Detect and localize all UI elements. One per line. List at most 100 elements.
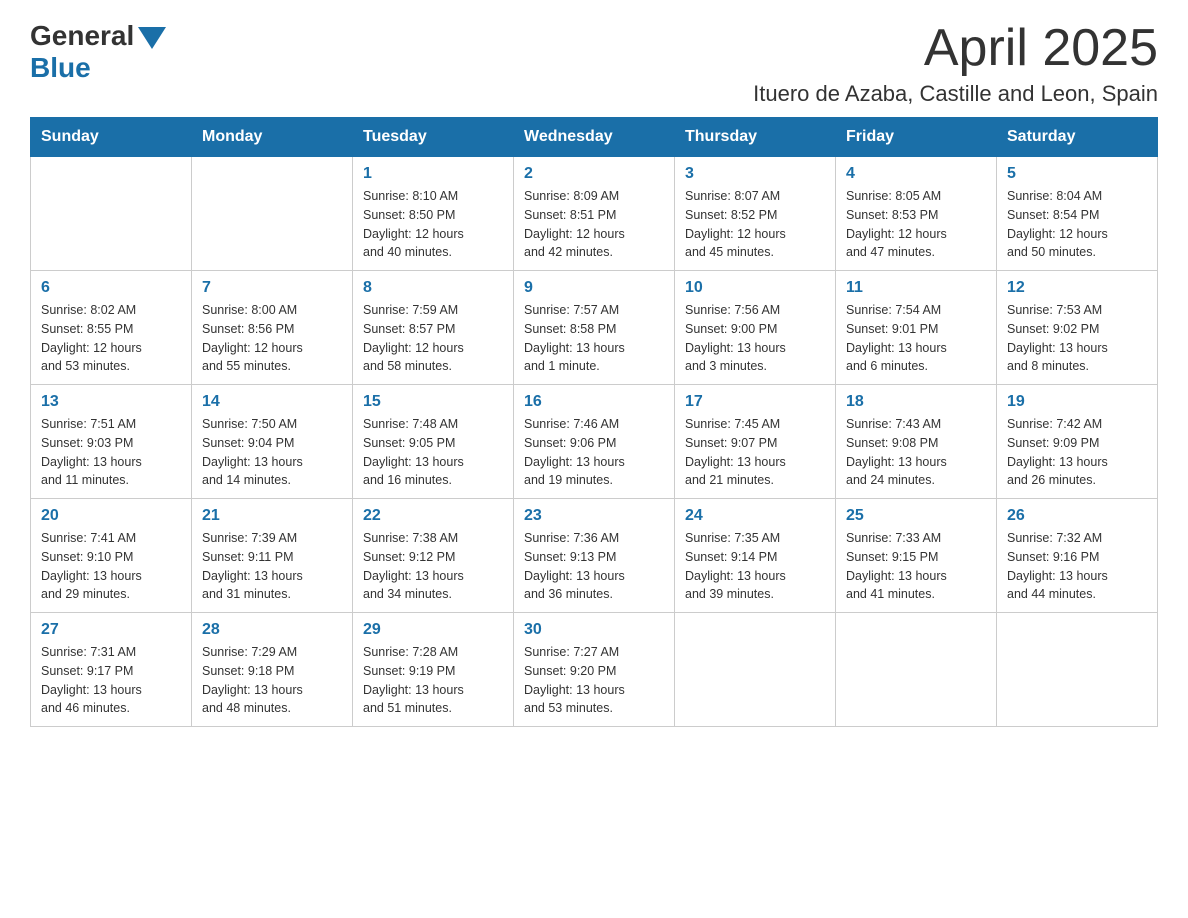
calendar-cell: 7Sunrise: 8:00 AMSunset: 8:56 PMDaylight… <box>192 271 353 385</box>
day-info: Sunrise: 7:50 AMSunset: 9:04 PMDaylight:… <box>202 415 342 490</box>
calendar-cell: 27Sunrise: 7:31 AMSunset: 9:17 PMDayligh… <box>31 613 192 727</box>
day-info: Sunrise: 7:28 AMSunset: 9:19 PMDaylight:… <box>363 643 503 718</box>
day-number: 11 <box>846 279 986 297</box>
page-header: General Blue April 2025 Ituero de Azaba,… <box>30 20 1158 107</box>
day-info: Sunrise: 7:39 AMSunset: 9:11 PMDaylight:… <box>202 529 342 604</box>
logo-blue-text: Blue <box>30 52 91 84</box>
day-number: 17 <box>685 393 825 411</box>
calendar-cell: 4 Sunrise: 8:05 AMSunset: 8:53 PMDaylight… <box>836 157 997 271</box>
day-number: 10 <box>685 279 825 297</box>
day-info: Sunrise: 8:09 AMSunset: 8:51 PMDaylight:… <box>524 187 664 262</box>
weekday-header-saturday: Saturday <box>997 118 1158 157</box>
day-info: Sunrise: 8:05 AMSunset: 8:53 PMDaylight:… <box>846 187 986 262</box>
week-row-5: 27Sunrise: 7:31 AMSunset: 9:17 PMDayligh… <box>31 613 1158 727</box>
day-info: Sunrise: 8:10 AMSunset: 8:50 PMDaylight:… <box>363 187 503 262</box>
calendar-cell: 26 Sunrise: 7:32 AMSunset: 9:16 PMDayligh… <box>997 499 1158 613</box>
calendar-cell: 9Sunrise: 7:57 AMSunset: 8:58 PMDaylight… <box>514 271 675 385</box>
day-number: 18 <box>846 393 986 411</box>
day-number: 13 <box>41 393 181 411</box>
day-number: 15 <box>363 393 503 411</box>
weekday-header-tuesday: Tuesday <box>353 118 514 157</box>
calendar-cell: 29 Sunrise: 7:28 AMSunset: 9:19 PMDayligh… <box>353 613 514 727</box>
day-info: Sunrise: 7:43 AMSunset: 9:08 PMDaylight:… <box>846 415 986 490</box>
calendar-cell: 10 Sunrise: 7:56 AMSunset: 9:00 PMDayligh… <box>675 271 836 385</box>
day-info: Sunrise: 8:07 AMSunset: 8:52 PMDaylight:… <box>685 187 825 262</box>
day-info: Sunrise: 7:27 AMSunset: 9:20 PMDaylight:… <box>524 643 664 718</box>
day-number: 28 <box>202 621 342 639</box>
month-title: April 2025 <box>753 20 1158 77</box>
week-row-2: 6 Sunrise: 8:02 AMSunset: 8:55 PMDaylight… <box>31 271 1158 385</box>
day-info: Sunrise: 7:42 AMSunset: 9:09 PMDaylight:… <box>1007 415 1147 490</box>
day-info: Sunrise: 7:48 AMSunset: 9:05 PMDaylight:… <box>363 415 503 490</box>
day-info: Sunrise: 7:38 AMSunset: 9:12 PMDaylight:… <box>363 529 503 604</box>
calendar-table: SundayMondayTuesdayWednesdayThursdayFrid… <box>30 117 1158 727</box>
week-row-4: 20Sunrise: 7:41 AMSunset: 9:10 PMDayligh… <box>31 499 1158 613</box>
calendar-cell <box>836 613 997 727</box>
calendar-cell: 15 Sunrise: 7:48 AMSunset: 9:05 PMDayligh… <box>353 385 514 499</box>
day-number: 21 <box>202 507 342 525</box>
weekday-header-row: SundayMondayTuesdayWednesdayThursdayFrid… <box>31 118 1158 157</box>
day-info: Sunrise: 7:33 AMSunset: 9:15 PMDaylight:… <box>846 529 986 604</box>
weekday-header-monday: Monday <box>192 118 353 157</box>
day-info: Sunrise: 7:29 AMSunset: 9:18 PMDaylight:… <box>202 643 342 718</box>
day-number: 6 <box>41 279 181 297</box>
calendar-cell <box>675 613 836 727</box>
day-number: 12 <box>1007 279 1147 297</box>
location-title: Ituero de Azaba, Castille and Leon, Spai… <box>753 81 1158 107</box>
weekday-header-thursday: Thursday <box>675 118 836 157</box>
weekday-header-wednesday: Wednesday <box>514 118 675 157</box>
calendar-cell: 23 Sunrise: 7:36 AMSunset: 9:13 PMDayligh… <box>514 499 675 613</box>
calendar-cell: 14Sunrise: 7:50 AMSunset: 9:04 PMDayligh… <box>192 385 353 499</box>
calendar-cell: 17 Sunrise: 7:45 AMSunset: 9:07 PMDayligh… <box>675 385 836 499</box>
calendar-cell: 13 Sunrise: 7:51 AMSunset: 9:03 PMDayligh… <box>31 385 192 499</box>
day-number: 27 <box>41 621 181 639</box>
day-number: 19 <box>1007 393 1147 411</box>
day-info: Sunrise: 7:57 AMSunset: 8:58 PMDaylight:… <box>524 301 664 376</box>
calendar-cell <box>31 157 192 271</box>
day-number: 5 <box>1007 165 1147 183</box>
weekday-header-friday: Friday <box>836 118 997 157</box>
weekday-header-sunday: Sunday <box>31 118 192 157</box>
title-area: April 2025 Ituero de Azaba, Castille and… <box>753 20 1158 107</box>
logo-general-text: General <box>30 20 134 52</box>
calendar-cell: 3 Sunrise: 8:07 AMSunset: 8:52 PMDaylight… <box>675 157 836 271</box>
day-info: Sunrise: 7:36 AMSunset: 9:13 PMDaylight:… <box>524 529 664 604</box>
day-number: 2 <box>524 165 664 183</box>
day-info: Sunrise: 7:56 AMSunset: 9:00 PMDaylight:… <box>685 301 825 376</box>
calendar-cell: 20Sunrise: 7:41 AMSunset: 9:10 PMDayligh… <box>31 499 192 613</box>
calendar-cell: 21 Sunrise: 7:39 AMSunset: 9:11 PMDayligh… <box>192 499 353 613</box>
day-number: 30 <box>524 621 664 639</box>
calendar-cell <box>192 157 353 271</box>
day-number: 8 <box>363 279 503 297</box>
calendar-cell: 28 Sunrise: 7:29 AMSunset: 9:18 PMDayligh… <box>192 613 353 727</box>
day-info: Sunrise: 7:51 AMSunset: 9:03 PMDaylight:… <box>41 415 181 490</box>
day-info: Sunrise: 8:02 AMSunset: 8:55 PMDaylight:… <box>41 301 181 376</box>
day-number: 24 <box>685 507 825 525</box>
day-number: 29 <box>363 621 503 639</box>
calendar-cell: 30 Sunrise: 7:27 AMSunset: 9:20 PMDayligh… <box>514 613 675 727</box>
calendar-cell: 5 Sunrise: 8:04 AMSunset: 8:54 PMDaylight… <box>997 157 1158 271</box>
calendar-cell: 18 Sunrise: 7:43 AMSunset: 9:08 PMDayligh… <box>836 385 997 499</box>
logo-arrow-icon <box>138 27 166 49</box>
day-info: Sunrise: 8:04 AMSunset: 8:54 PMDaylight:… <box>1007 187 1147 262</box>
calendar-cell: 22Sunrise: 7:38 AMSunset: 9:12 PMDayligh… <box>353 499 514 613</box>
day-info: Sunrise: 7:46 AMSunset: 9:06 PMDaylight:… <box>524 415 664 490</box>
day-info: Sunrise: 7:54 AMSunset: 9:01 PMDaylight:… <box>846 301 986 376</box>
day-info: Sunrise: 7:45 AMSunset: 9:07 PMDaylight:… <box>685 415 825 490</box>
calendar-cell: 16Sunrise: 7:46 AMSunset: 9:06 PMDayligh… <box>514 385 675 499</box>
day-number: 3 <box>685 165 825 183</box>
logo: General Blue <box>30 20 166 84</box>
day-number: 4 <box>846 165 986 183</box>
calendar-cell: 12 Sunrise: 7:53 AMSunset: 9:02 PMDayligh… <box>997 271 1158 385</box>
day-number: 26 <box>1007 507 1147 525</box>
calendar-cell: 6 Sunrise: 8:02 AMSunset: 8:55 PMDaylight… <box>31 271 192 385</box>
day-info: Sunrise: 7:32 AMSunset: 9:16 PMDaylight:… <box>1007 529 1147 604</box>
day-number: 23 <box>524 507 664 525</box>
calendar-cell: 2 Sunrise: 8:09 AMSunset: 8:51 PMDaylight… <box>514 157 675 271</box>
week-row-1: 1 Sunrise: 8:10 AMSunset: 8:50 PMDaylight… <box>31 157 1158 271</box>
day-number: 1 <box>363 165 503 183</box>
day-info: Sunrise: 7:59 AMSunset: 8:57 PMDaylight:… <box>363 301 503 376</box>
day-info: Sunrise: 7:35 AMSunset: 9:14 PMDaylight:… <box>685 529 825 604</box>
week-row-3: 13 Sunrise: 7:51 AMSunset: 9:03 PMDayligh… <box>31 385 1158 499</box>
day-info: Sunrise: 7:53 AMSunset: 9:02 PMDaylight:… <box>1007 301 1147 376</box>
